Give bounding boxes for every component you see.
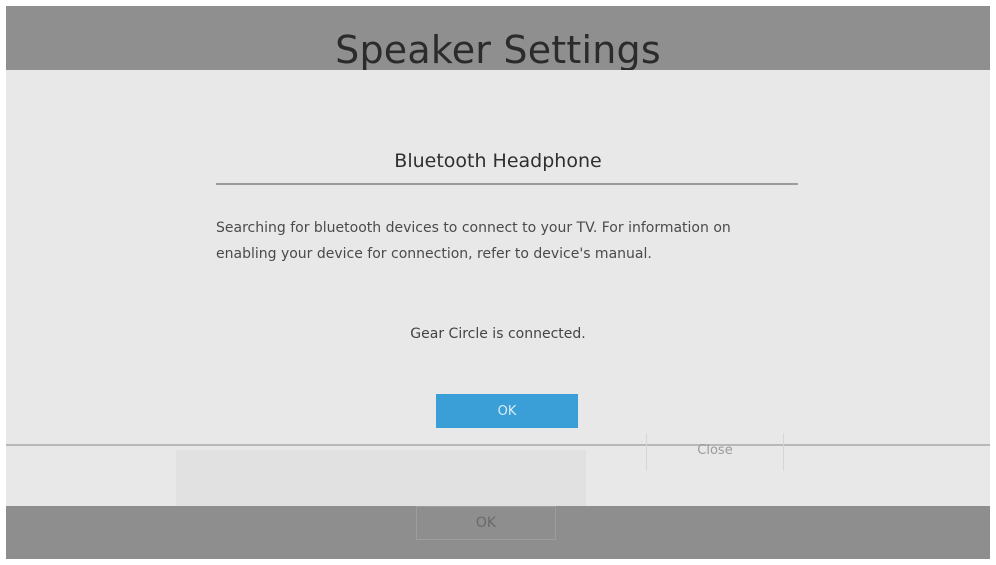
background-list-row bbox=[176, 450, 586, 506]
dialog-title: Bluetooth Headphone bbox=[394, 150, 602, 172]
background-ok-button: OK bbox=[416, 506, 556, 540]
tv-screen: Speaker Settings OK Close Bluetooth Head… bbox=[6, 6, 990, 559]
dialog-message: Searching for bluetooth devices to conne… bbox=[216, 220, 731, 262]
page-title: Speaker Settings bbox=[335, 28, 661, 72]
background-close-button: Close bbox=[646, 433, 784, 471]
connection-status: Gear Circle is connected. bbox=[410, 326, 586, 342]
background-divider bbox=[6, 444, 990, 446]
dialog-divider bbox=[216, 183, 798, 185]
ok-button[interactable]: OK bbox=[436, 394, 578, 428]
bluetooth-dialog: Close Bluetooth Headphone Searching for … bbox=[6, 70, 990, 506]
